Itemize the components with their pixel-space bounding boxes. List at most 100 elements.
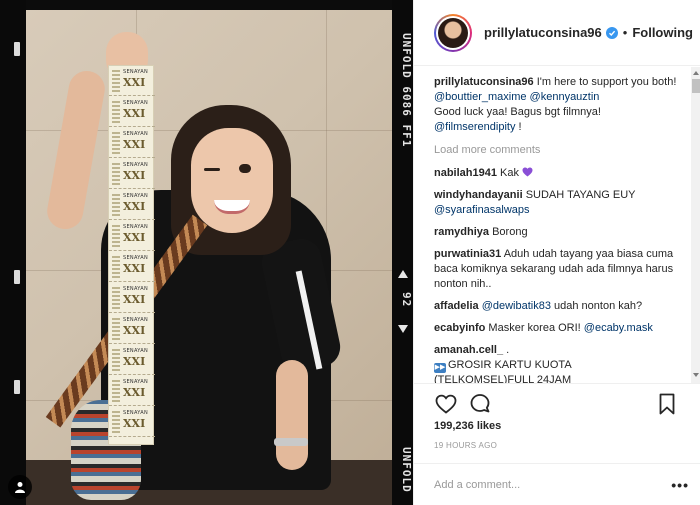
header-separator: • bbox=[622, 25, 628, 40]
comment-item: ecabyinfo Masker korea ORI! @ecaby.mask bbox=[434, 321, 685, 336]
film-arrow-icon bbox=[398, 270, 408, 278]
more-options-icon[interactable]: ••• bbox=[671, 477, 689, 493]
comment-username[interactable]: amanah.cell_ bbox=[434, 344, 503, 356]
bookmark-icon[interactable] bbox=[655, 392, 679, 416]
comment-mention[interactable]: @ecaby.mask bbox=[584, 322, 653, 334]
ticket-cinema-name: SENAYAN bbox=[123, 255, 149, 261]
comment-text: (TELKOMSEL)FULL 24JAM bbox=[434, 374, 572, 383]
film-frame-number: 92 bbox=[400, 292, 413, 308]
film-hole bbox=[14, 380, 20, 394]
film-edge-text: UNFOLD bbox=[400, 447, 413, 493]
ticket-xxi-logo: XXI bbox=[123, 417, 146, 430]
ticket-cinema-name: SENAYAN bbox=[123, 224, 149, 230]
scrollbar-thumb[interactable] bbox=[692, 79, 700, 93]
post-photo[interactable]: SENAYAN XXI SENAYAN XXI SENAYAN XXI SENAYAN XXI… bbox=[26, 10, 392, 505]
comment-username[interactable]: ramydhiya bbox=[434, 226, 489, 238]
comment-username[interactable]: purwatinia31 bbox=[434, 248, 501, 260]
post-actions bbox=[414, 383, 700, 423]
comment-username[interactable]: nabilah1941 bbox=[434, 167, 497, 179]
film-arrow-icon bbox=[398, 325, 408, 333]
load-more-comments-button[interactable]: Load more comments bbox=[434, 143, 685, 158]
ticket-xxi-logo: XXI bbox=[123, 386, 146, 399]
header-username[interactable]: prillylatuconsina96 bbox=[484, 25, 602, 40]
photo-ticket-strip: SENAYAN XXI SENAYAN XXI SENAYAN XXI SENAYAN XXI… bbox=[108, 65, 155, 445]
photo-ticket: SENAYAN XXI bbox=[109, 97, 155, 127]
caption-mention[interactable]: @kennyauztin bbox=[530, 91, 600, 103]
ticket-xxi-logo: XXI bbox=[123, 231, 146, 244]
comment-text: Kak bbox=[500, 167, 523, 179]
comment-item: nabilah1941 Kak bbox=[434, 166, 685, 181]
ticket-xxi-logo: XXI bbox=[123, 200, 146, 213]
user-tag-icon[interactable] bbox=[8, 475, 32, 499]
ticket-xxi-logo: XXI bbox=[123, 355, 146, 368]
film-hole bbox=[14, 42, 20, 56]
comments-list[interactable]: prillylatuconsina96 I'm here to support … bbox=[414, 67, 691, 383]
ticket-cinema-name: SENAYAN bbox=[123, 69, 149, 75]
ticket-xxi-logo: XXI bbox=[123, 324, 146, 337]
speech-bubble-icon[interactable] bbox=[468, 392, 492, 416]
caption-username[interactable]: prillylatuconsina96 bbox=[434, 76, 534, 88]
photo-ticket: SENAYAN XXI bbox=[109, 190, 155, 220]
add-comment-input[interactable]: Add a comment... bbox=[434, 479, 671, 491]
post-photo-pane[interactable]: SENAYAN XXI SENAYAN XXI SENAYAN XXI SENAYAN XXI… bbox=[0, 0, 413, 505]
photo-ticket: SENAYAN XXI bbox=[109, 252, 155, 282]
photo-ticket: SENAYAN XXI bbox=[109, 407, 155, 437]
ticket-xxi-logo: XXI bbox=[123, 169, 146, 182]
comments-scrollbar[interactable] bbox=[691, 67, 700, 383]
comment-item: windyhandayanii SUDAH TAYANG EUY @syaraf… bbox=[434, 188, 685, 218]
scroll-up-arrow-icon[interactable] bbox=[693, 71, 699, 75]
comment-text: GROSIR KARTU KUOTA bbox=[448, 359, 572, 371]
comment-mention[interactable]: @syarafinasalwaps bbox=[434, 204, 530, 216]
comment-text: Borong bbox=[492, 226, 528, 238]
ticket-cinema-name: SENAYAN bbox=[123, 348, 149, 354]
comment-username[interactable]: windyhandayanii bbox=[434, 189, 523, 201]
photo-ticket: SENAYAN XXI bbox=[109, 128, 155, 158]
following-button[interactable]: Following bbox=[632, 25, 693, 40]
photo-ticket: SENAYAN XXI bbox=[109, 376, 155, 406]
post-timestamp[interactable]: 19 HOURS AGO bbox=[434, 441, 497, 450]
post-header: prillylatuconsina96 • Following bbox=[414, 0, 700, 66]
photo-person-face bbox=[191, 128, 273, 233]
ticket-xxi-logo: XXI bbox=[123, 138, 146, 151]
ticket-cinema-name: SENAYAN bbox=[123, 131, 149, 137]
post-side-panel: prillylatuconsina96 • Following prillyla… bbox=[413, 0, 700, 505]
caption: prillylatuconsina96 I'm here to support … bbox=[434, 76, 677, 133]
verified-badge-icon bbox=[605, 26, 618, 39]
add-comment-bar: Add a comment... ••• bbox=[414, 463, 700, 505]
comment-text: SUDAH TAYANG EUY bbox=[525, 189, 636, 201]
ticket-cinema-name: SENAYAN bbox=[123, 410, 149, 416]
photo-ticket: SENAYAN XXI bbox=[109, 221, 155, 251]
scroll-down-arrow-icon[interactable] bbox=[693, 373, 699, 377]
comment-text: . bbox=[506, 344, 510, 356]
comment-text: Masker korea ORI! bbox=[488, 322, 584, 334]
caption-text: Good luck yaa! Bagus bgt filmnya! bbox=[434, 106, 601, 118]
photo-ticket: SENAYAN XXI bbox=[109, 314, 155, 344]
ticket-xxi-logo: XXI bbox=[123, 107, 146, 120]
ticket-cinema-name: SENAYAN bbox=[123, 100, 149, 106]
ticket-xxi-logo: XXI bbox=[123, 262, 146, 275]
fast-forward-emoji-icon: ▶▶ bbox=[434, 363, 446, 373]
film-hole bbox=[14, 270, 20, 284]
comment-item: purwatinia31 Aduh udah tayang yaa biasa … bbox=[434, 247, 685, 292]
photo-ticket: SENAYAN XXI bbox=[109, 283, 155, 313]
ticket-cinema-name: SENAYAN bbox=[123, 193, 149, 199]
likes-count[interactable]: 199,236 likes bbox=[434, 420, 501, 432]
ticket-cinema-name: SENAYAN bbox=[123, 286, 149, 292]
heart-outline-icon[interactable] bbox=[434, 392, 458, 416]
photo-ticket: SENAYAN XXI bbox=[109, 159, 155, 189]
comment-text: udah nonton kah? bbox=[550, 300, 643, 312]
comment-username[interactable]: affadelia bbox=[434, 300, 479, 312]
comment-item: affadelia @dewibatik83 udah nonton kah? bbox=[434, 299, 685, 314]
ticket-cinema-name: SENAYAN bbox=[123, 162, 149, 168]
comment-item: ramydhiya Borong bbox=[434, 225, 685, 240]
comment-username[interactable]: ecabyinfo bbox=[434, 322, 485, 334]
photo-watch bbox=[274, 438, 308, 446]
ticket-cinema-name: SENAYAN bbox=[123, 379, 149, 385]
caption-hashtag-mention[interactable]: @filmserendipity bbox=[434, 121, 515, 133]
avatar[interactable] bbox=[434, 13, 472, 52]
comment-mention[interactable]: @dewibatik83 bbox=[482, 300, 551, 312]
caption-mention[interactable]: @bouttier_maxime bbox=[434, 91, 526, 103]
ticket-xxi-logo: XXI bbox=[123, 76, 146, 89]
comment-item: amanah.cell_ . ▶▶ GROSIR KARTU KUOTA (TEL… bbox=[434, 343, 685, 383]
purple-heart-emoji-icon bbox=[522, 167, 533, 177]
